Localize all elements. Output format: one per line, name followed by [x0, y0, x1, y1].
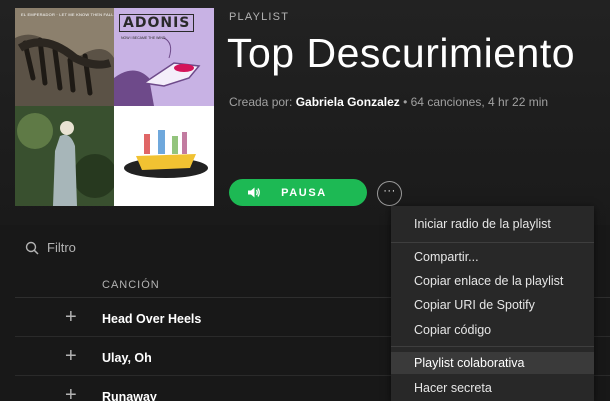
menu-divider: [391, 242, 594, 243]
menu-item-start-radio[interactable]: Iniciar radio de la playlist: [391, 213, 594, 235]
playlist-cover-mosaic: EL EMPERADOR · LET ME KNOW THEN FALL ADO…: [15, 8, 214, 206]
menu-item-make-secret[interactable]: Hacer secreta: [391, 377, 594, 399]
filter-placeholder: Filtro: [47, 240, 76, 255]
ellipsis-icon: ···: [383, 184, 396, 197]
add-track-icon[interactable]: +: [65, 385, 77, 401]
cover-tile-1-text: EL EMPERADOR · LET ME KNOW THEN FALL: [21, 12, 114, 17]
album-art-woman: [15, 106, 114, 206]
menu-item-copy-code[interactable]: Copiar código: [391, 319, 594, 341]
playlist-stats: • 64 canciones, 4 hr 22 min: [399, 95, 549, 109]
cover-tile-2-title: ADONIS: [119, 14, 195, 32]
more-options-button[interactable]: ···: [377, 181, 402, 206]
track-name: Head Over Heels: [102, 312, 202, 326]
context-menu: Iniciar radio de la playlist Compartir..…: [391, 206, 594, 401]
speaker-icon: [248, 187, 260, 198]
menu-item-share[interactable]: Compartir...: [391, 246, 594, 268]
cover-tile-4: [114, 106, 214, 206]
column-header-song[interactable]: CANCIÓN: [102, 279, 160, 291]
owner-link[interactable]: Gabriela Gonzalez: [296, 95, 400, 109]
search-icon: [25, 241, 39, 255]
menu-item-collaborative[interactable]: Playlist colaborativa: [391, 352, 594, 374]
menu-divider: [391, 346, 594, 347]
add-track-icon[interactable]: +: [65, 307, 77, 327]
track-name: Runaway: [102, 390, 157, 401]
track-name: Ulay, Oh: [102, 351, 152, 365]
album-art-hands: [15, 8, 114, 106]
pause-button-label: PAUSA: [281, 186, 327, 199]
playlist-title: Top Descurimiento: [227, 30, 576, 76]
cover-tile-3: [15, 106, 114, 206]
menu-item-copy-uri[interactable]: Copiar URI de Spotify: [391, 294, 594, 316]
menu-item-copy-link[interactable]: Copiar enlace de la playlist: [391, 270, 594, 292]
filter-field[interactable]: Filtro: [25, 240, 76, 255]
album-art-boat: [114, 106, 214, 206]
playlist-meta: Creada por: Gabriela Gonzalez • 64 canci…: [229, 95, 548, 109]
cover-tile-2: ADONIS NOW I BECAME THE WIND: [114, 8, 214, 106]
created-by-label: Creada por:: [229, 95, 293, 109]
add-track-icon[interactable]: +: [65, 346, 77, 366]
playlist-type-label: PLAYLIST: [229, 11, 290, 23]
cover-tile-2-subtitle: NOW I BECAME THE WIND: [121, 36, 166, 40]
pause-button[interactable]: PAUSA: [229, 179, 367, 206]
cover-tile-1: EL EMPERADOR · LET ME KNOW THEN FALL: [15, 8, 114, 106]
